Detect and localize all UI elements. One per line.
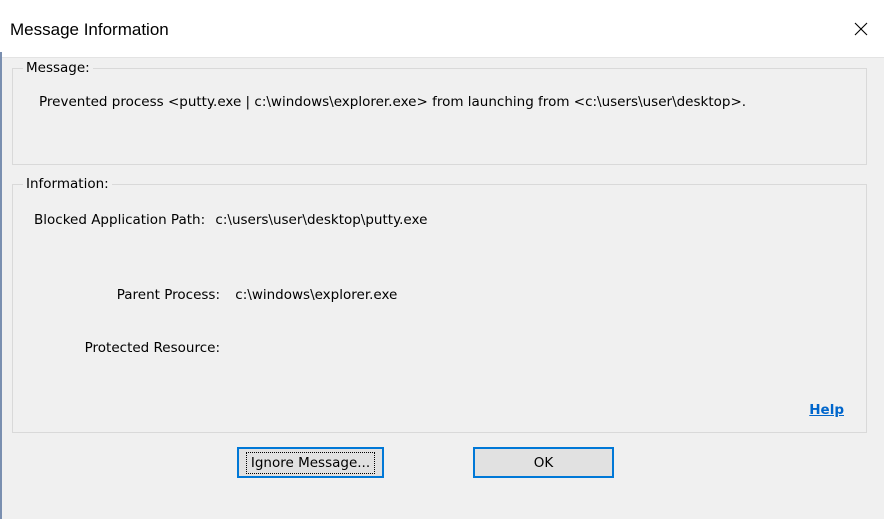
ignore-message-button[interactable]: Ignore Message... bbox=[237, 447, 384, 478]
window-left-border bbox=[0, 52, 2, 519]
ignore-message-button-label: Ignore Message... bbox=[245, 451, 376, 474]
close-icon bbox=[854, 22, 868, 35]
ok-button-label: OK bbox=[533, 454, 554, 471]
information-groupbox: Information: Blocked Application Path: c… bbox=[12, 176, 867, 433]
message-text: Prevented process <putty.exe | c:\window… bbox=[39, 94, 747, 110]
help-link[interactable]: Help bbox=[809, 402, 844, 418]
blocked-path-value: c:\users\user\desktop\putty.exe bbox=[215, 212, 428, 228]
parent-process-label: Parent Process: bbox=[116, 287, 220, 303]
blocked-path-row: Blocked Application Path: c:\users\user\… bbox=[34, 212, 427, 228]
blocked-path-label: Blocked Application Path: bbox=[34, 212, 206, 228]
information-group-label: Information: bbox=[23, 176, 112, 192]
close-button[interactable] bbox=[838, 0, 884, 57]
message-groupbox: Message: Prevented process <putty.exe | … bbox=[12, 60, 867, 165]
message-information-dialog: Message Information Message: Prevented p… bbox=[0, 0, 884, 519]
parent-process-row: Parent Process: c:\windows\explorer.exe bbox=[34, 287, 398, 303]
window-title: Message Information bbox=[10, 20, 169, 39]
message-group-label: Message: bbox=[23, 60, 93, 76]
title-bar: Message Information bbox=[0, 0, 884, 58]
parent-process-value: c:\windows\explorer.exe bbox=[235, 287, 398, 303]
protected-resource-row: Protected Resource: bbox=[34, 340, 231, 356]
ok-button[interactable]: OK bbox=[473, 447, 614, 478]
protected-resource-label: Protected Resource: bbox=[84, 340, 220, 356]
